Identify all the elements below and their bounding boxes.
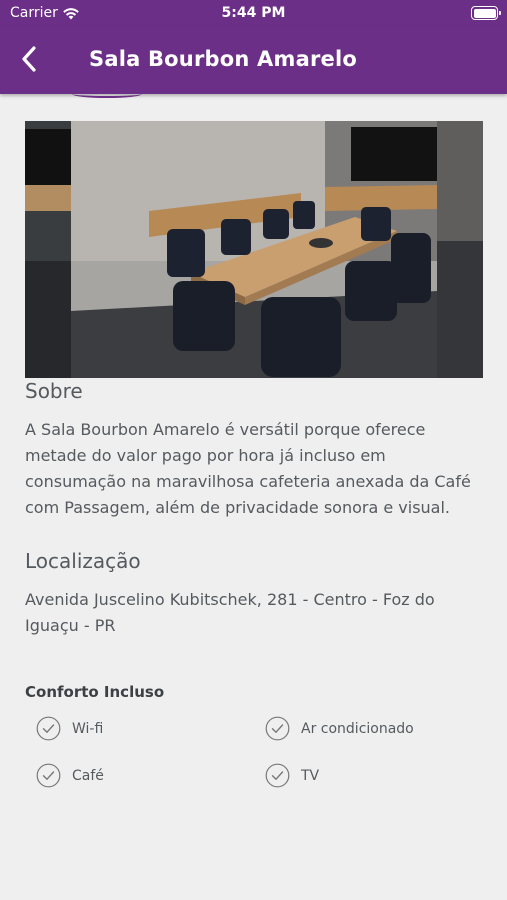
header-arc-decoration	[72, 90, 142, 98]
chevron-left-icon	[22, 46, 36, 72]
amenity-label: TV	[301, 767, 320, 784]
amenity-air-conditioning: Ar condicionado	[265, 716, 414, 741]
amenity-label: Wi-fi	[72, 720, 104, 737]
amenity-label: Ar condicionado	[301, 720, 414, 737]
navigation-bar: Sala Bourbon Amarelo	[0, 26, 507, 94]
battery-icon	[471, 6, 501, 20]
check-circle-icon	[36, 716, 61, 741]
amenity-tv: TV	[265, 763, 319, 788]
location-address: Avenida Juscelino Kubitschek, 281 - Cent…	[25, 590, 435, 635]
amenity-coffee: Café	[36, 763, 104, 788]
room-photo[interactable]	[25, 121, 483, 378]
status-time: 5:44 PM	[221, 5, 286, 21]
check-circle-icon	[265, 716, 290, 741]
check-circle-icon	[265, 763, 290, 788]
amenity-label: Café	[72, 767, 104, 784]
page-title: Sala Bourbon Amarelo	[89, 47, 357, 71]
amenity-wifi: Wi-fi	[36, 716, 103, 741]
about-text: A Sala Bourbon Amarelo é versátil porque…	[25, 420, 471, 517]
comfort-heading: Conforto Incluso	[25, 683, 165, 701]
about-heading: Sobre	[25, 379, 83, 403]
location-heading: Localização	[25, 549, 141, 573]
check-circle-icon	[36, 763, 61, 788]
room-photo-image	[25, 121, 483, 378]
status-bar: Carrier 5:44 PM	[0, 0, 507, 26]
back-button[interactable]	[14, 44, 44, 74]
